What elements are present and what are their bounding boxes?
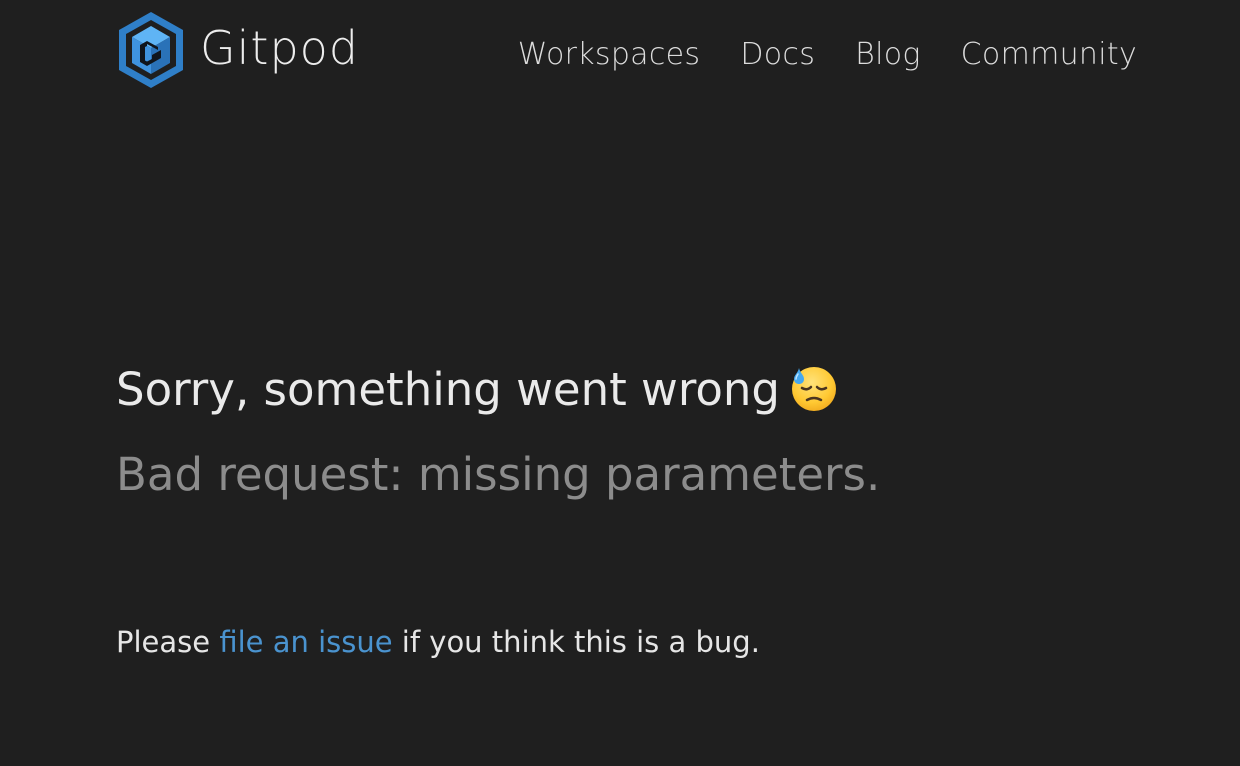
gitpod-logo-icon: [119, 12, 183, 88]
top-header: Gitpod Workspaces Docs Blog Community: [0, 0, 1240, 100]
nav-community-link[interactable]: Community: [961, 36, 1137, 74]
error-message: Bad request: missing parameters.: [116, 448, 881, 501]
brand-home-link[interactable]: Gitpod: [116, 10, 359, 90]
nav-docs-link[interactable]: Docs: [740, 36, 815, 74]
nav-blog-link[interactable]: Blog: [855, 36, 921, 74]
brand-name: Gitpod: [200, 21, 360, 75]
error-page: Gitpod Workspaces Docs Blog Community So…: [0, 0, 1240, 766]
main-nav: Workspaces Docs Blog Community: [518, 36, 1137, 74]
error-title-row: Sorry, something went wrong: [116, 360, 838, 420]
help-text: Please file an issue if you think this i…: [116, 622, 760, 662]
downcast-face-with-sweat-icon: [792, 367, 836, 411]
help-text-prefix: Please: [116, 625, 220, 659]
help-text-suffix: if you think this is a bug.: [392, 625, 760, 659]
file-issue-link[interactable]: file an issue: [219, 625, 392, 659]
nav-workspaces-link[interactable]: Workspaces: [518, 36, 701, 74]
error-title: Sorry, something went wrong: [116, 363, 780, 416]
